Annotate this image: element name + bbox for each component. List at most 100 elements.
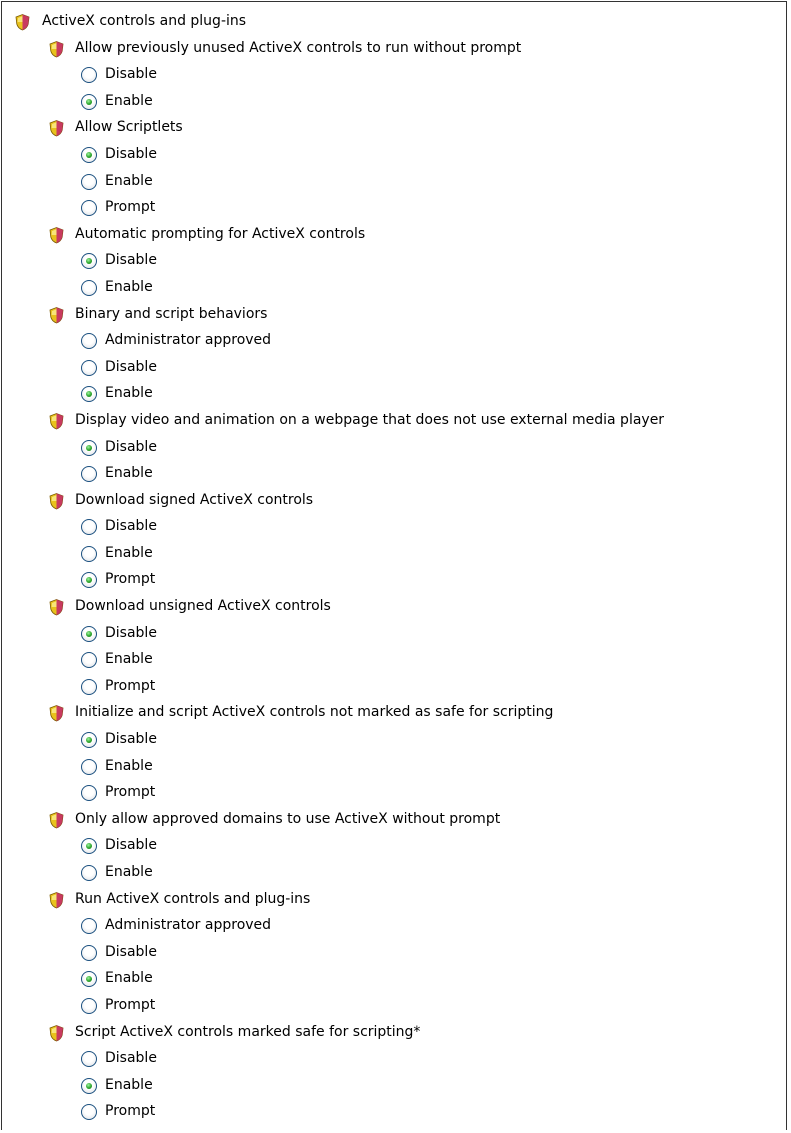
radio-button-selected[interactable]	[81, 93, 97, 110]
setting-category[interactable]: Download signed ActiveX controls	[14, 487, 786, 514]
radio-button[interactable]	[81, 359, 97, 376]
setting-option[interactable]: Enable	[14, 274, 786, 301]
setting-option[interactable]: Disable	[14, 247, 786, 274]
setting-option[interactable]: Disable	[14, 61, 786, 88]
radio-button[interactable]	[81, 173, 97, 190]
setting-option[interactable]: Enable	[14, 88, 786, 115]
radio-button[interactable]	[81, 519, 97, 536]
setting-option[interactable]: Prompt	[14, 992, 786, 1019]
setting-option[interactable]: Disable	[14, 513, 786, 540]
radio-button[interactable]	[81, 279, 97, 296]
radio-button-selected[interactable]	[81, 386, 97, 403]
setting-category-label: Run ActiveX controls and plug-ins	[75, 890, 311, 907]
radio-button[interactable]	[81, 545, 97, 562]
radio-button-selected[interactable]	[81, 253, 97, 270]
setting-category[interactable]: Allow previously unused ActiveX controls…	[14, 35, 786, 62]
setting-category[interactable]: Automatic prompting for ActiveX controls	[14, 221, 786, 248]
setting-category[interactable]: Binary and script behaviors	[14, 301, 786, 328]
setting-option[interactable]: Prompt	[14, 566, 786, 593]
radio-button-selected[interactable]	[81, 439, 97, 456]
setting-option-label: Enable	[105, 278, 153, 295]
setting-option-label: Disable	[105, 1050, 157, 1067]
shield-icon	[49, 705, 64, 722]
shield-icon	[49, 492, 64, 510]
settings-tree: ActiveX controls and plug-ins Allow prev…	[14, 8, 786, 1125]
radio-button[interactable]	[81, 200, 97, 217]
setting-category-label: Download signed ActiveX controls	[75, 491, 314, 508]
setting-option[interactable]: Enable	[14, 1072, 786, 1099]
setting-option[interactable]: Disable	[14, 939, 786, 966]
shield-icon	[49, 412, 64, 430]
setting-option[interactable]: Administrator approved	[14, 327, 786, 354]
radio-button[interactable]	[81, 944, 97, 961]
setting-category[interactable]: Initialize and script ActiveX controls n…	[14, 699, 786, 726]
root-label: ActiveX controls and plug-ins	[42, 13, 247, 29]
setting-category-label: Download unsigned ActiveX controls	[75, 598, 331, 615]
setting-option[interactable]: Enable	[14, 753, 786, 780]
radio-button-selected[interactable]	[81, 625, 97, 642]
setting-option[interactable]: Enable	[14, 168, 786, 195]
setting-option[interactable]: Disable	[14, 434, 786, 461]
shield-icon	[49, 811, 64, 829]
setting-option-label: Enable	[105, 1076, 153, 1093]
setting-option-label: Enable	[105, 864, 153, 880]
radio-button-selected[interactable]	[81, 971, 97, 988]
radio-button[interactable]	[81, 1104, 97, 1121]
radio-button-selected[interactable]	[81, 1077, 97, 1094]
setting-option[interactable]: Enable	[14, 646, 786, 673]
setting-option[interactable]: Prompt	[14, 1098, 786, 1125]
setting-option[interactable]: Disable	[14, 1045, 786, 1072]
setting-option-label: Prompt	[105, 571, 156, 588]
setting-option[interactable]: Prompt	[14, 673, 786, 700]
setting-category[interactable]: Script ActiveX controls marked safe for …	[14, 1019, 786, 1046]
setting-option[interactable]: Disable	[14, 141, 786, 168]
radio-button[interactable]	[81, 333, 97, 350]
shield-icon	[49, 306, 64, 323]
setting-option-label: Disable	[105, 837, 157, 854]
radio-button-selected[interactable]	[81, 572, 97, 589]
setting-option[interactable]: Prompt	[14, 194, 786, 221]
setting-category[interactable]: Download unsigned ActiveX controls	[14, 593, 786, 620]
setting-option[interactable]: Prompt	[14, 779, 786, 806]
radio-button-selected[interactable]	[81, 146, 97, 163]
radio-button[interactable]	[81, 67, 97, 84]
setting-option-label: Prompt	[105, 996, 156, 1013]
radio-button-selected[interactable]	[81, 838, 97, 855]
radio-button[interactable]	[81, 758, 97, 775]
setting-option[interactable]: Enable	[14, 380, 786, 407]
radio-button-selected[interactable]	[81, 732, 97, 749]
setting-option[interactable]: Administrator approved	[14, 912, 786, 939]
setting-option-label: Enable	[105, 544, 153, 561]
setting-option-label: Disable	[105, 358, 157, 375]
setting-option-label: Disable	[105, 624, 157, 641]
radio-button[interactable]	[81, 997, 97, 1014]
setting-option[interactable]: Enable	[14, 859, 786, 886]
radio-button[interactable]	[81, 466, 97, 483]
radio-button[interactable]	[81, 865, 97, 881]
radio-button[interactable]	[81, 918, 97, 935]
radio-button[interactable]	[81, 678, 97, 695]
radio-button[interactable]	[81, 785, 97, 802]
shield-icon	[15, 14, 30, 31]
radio-button[interactable]	[81, 1051, 97, 1068]
setting-option[interactable]: Enable	[14, 460, 786, 487]
setting-option[interactable]: Enable	[14, 540, 786, 567]
setting-category[interactable]: Run ActiveX controls and plug-ins	[14, 886, 786, 913]
setting-category[interactable]: Only allow approved domains to use Activ…	[14, 806, 786, 833]
setting-option-label: Enable	[105, 970, 153, 987]
setting-option-label: Enable	[105, 385, 153, 402]
setting-option[interactable]: Disable	[14, 832, 786, 859]
setting-option[interactable]: Disable	[14, 726, 786, 753]
setting-category[interactable]: Allow Scriptlets	[14, 114, 786, 141]
setting-category-label: Allow previously unused ActiveX controls…	[75, 39, 522, 56]
setting-option-label: Disable	[105, 145, 157, 162]
setting-option-label: Disable	[105, 518, 157, 535]
setting-option[interactable]: Disable	[14, 620, 786, 647]
setting-option-label: Enable	[105, 92, 153, 109]
setting-option[interactable]: Disable	[14, 354, 786, 381]
setting-category[interactable]: Display video and animation on a webpage…	[14, 407, 786, 434]
setting-option[interactable]: Enable	[14, 965, 786, 992]
setting-option-label: Enable	[105, 757, 153, 774]
radio-button[interactable]	[81, 652, 97, 669]
setting-option-label: Prompt	[105, 199, 156, 216]
